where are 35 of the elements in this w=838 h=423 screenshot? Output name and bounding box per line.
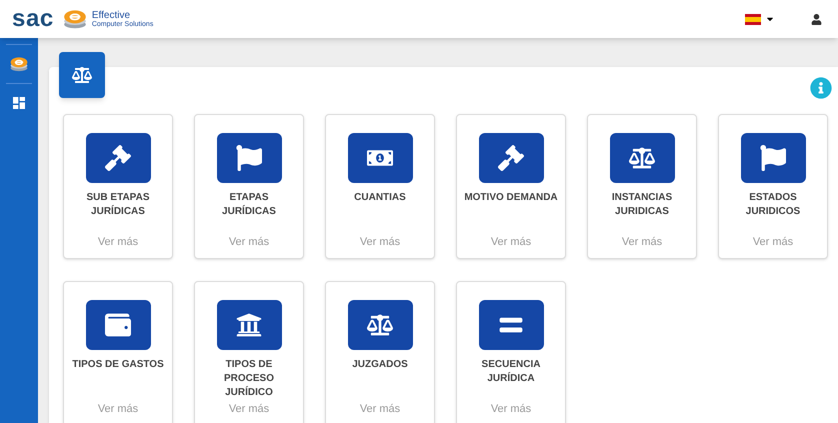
gavel-icon [498,145,524,171]
card-title: ESTADOS JURIDICOS [746,191,800,219]
catalog-card[interactable]: INSTANCIAS JURIDICAS Ver más [587,114,697,259]
catalog-card[interactable]: MOTIVO DEMANDA Ver más [456,114,566,259]
catalog-card[interactable]: CUANTIAS Ver más [325,114,435,259]
flag-icon [760,145,786,171]
card-title: INSTANCIAS JURIDICAS [612,191,672,219]
flag-icon [236,145,262,171]
gavel-icon [105,145,131,171]
card-title: TIPOS DE PROCESO JURÍDICO [224,358,274,400]
catalog-card[interactable]: SECUENCIA JURÍDICA Ver más [456,281,566,423]
dashboard-icon [11,95,27,111]
card-title: CUANTIAS [354,191,406,205]
card-title: JUZGADOS [352,358,408,372]
card-title: TIPOS DE GASTOS [72,358,164,372]
user-button[interactable] [811,14,822,24]
scale-icon [629,145,655,171]
brand-name: Effective [92,10,132,20]
card-title: SECUENCIA JURÍDICA [482,358,540,386]
scale-icon [367,312,393,338]
card-title: ETAPAS JURÍDICAS [222,191,276,219]
catalog-card[interactable]: JUZGADOS Ver más [325,281,435,423]
catalog-card[interactable]: SUB ETAPAS JURÍDICAS Ver más [63,114,173,259]
card-title: SUB ETAPAS JURÍDICAS [86,191,150,219]
language-selector[interactable] [745,14,775,24]
scale-icon [72,65,92,85]
wallet-icon [105,312,131,338]
bank-icon [236,312,262,338]
spain-flag-icon [745,14,761,24]
card-title: MOTIVO DEMANDA [464,191,558,205]
logo-text: sac [12,7,54,31]
catalog-card[interactable]: ETAPAS JURÍDICAS Ver más [194,114,304,259]
catalog-card[interactable]: TIPOS DE PROCESO JURÍDICO Ver más [194,281,304,423]
catalog-card[interactable]: TIPOS DE GASTOS Ver más [63,281,173,423]
catalog-card[interactable]: ESTADOS JURIDICOS Ver más [718,114,828,259]
